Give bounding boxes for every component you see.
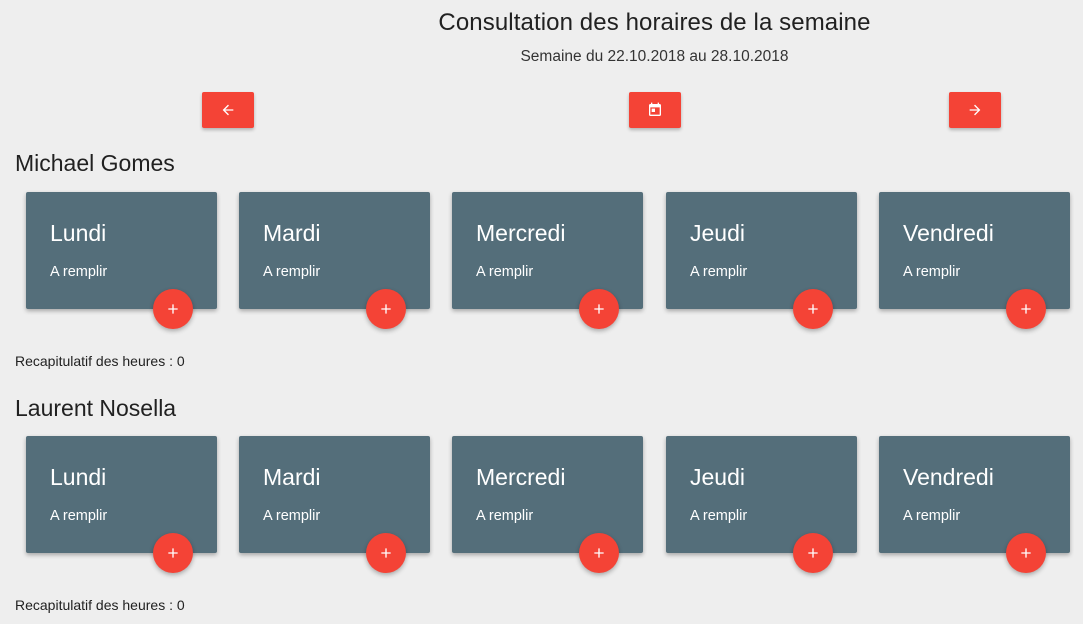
- hours-summary: Recapitulatif des heures : 0: [15, 351, 185, 371]
- day-card-vendredi[interactable]: Vendredi A remplir: [879, 436, 1070, 573]
- add-hours-button[interactable]: [793, 289, 833, 329]
- hours-summary-label: Recapitulatif des heures :: [15, 597, 173, 613]
- plus-icon: [594, 304, 604, 314]
- day-status: A remplir: [50, 264, 108, 280]
- day-card-mercredi[interactable]: Mercredi A remplir: [452, 436, 643, 573]
- next-week-button[interactable]: [949, 92, 1001, 128]
- day-status: A remplir: [690, 264, 748, 280]
- plus-icon: [808, 304, 818, 314]
- hours-summary-label: Recapitulatif des heures :: [15, 353, 173, 369]
- day-status: A remplir: [263, 508, 321, 524]
- add-hours-button[interactable]: [366, 289, 406, 329]
- day-status: A remplir: [476, 264, 534, 280]
- plus-icon: [381, 548, 391, 558]
- day-status: A remplir: [50, 508, 108, 524]
- day-name: Lundi: [50, 464, 107, 490]
- plus-icon: [808, 548, 818, 558]
- add-hours-button[interactable]: [579, 289, 619, 329]
- page: Consultation des horaires de la semaine …: [0, 0, 1083, 624]
- add-hours-button[interactable]: [153, 289, 193, 329]
- add-hours-button[interactable]: [579, 533, 619, 573]
- hours-summary-value: 0: [176, 353, 185, 369]
- day-name: Mardi: [263, 464, 321, 490]
- day-name: Vendredi: [903, 464, 994, 490]
- day-name: Vendredi: [903, 220, 994, 246]
- add-hours-button[interactable]: [1006, 533, 1046, 573]
- day-status: A remplir: [903, 264, 961, 280]
- page-title: Consultation des horaires de la semaine: [438, 9, 871, 36]
- day-status: A remplir: [476, 508, 534, 524]
- arrow-left-icon: [222, 104, 234, 116]
- day-card-vendredi[interactable]: Vendredi A remplir: [879, 192, 1070, 329]
- plus-icon: [1021, 304, 1031, 314]
- day-status: A remplir: [690, 508, 748, 524]
- day-name: Lundi: [50, 220, 107, 246]
- day-card-lundi[interactable]: Lundi A remplir: [26, 436, 217, 573]
- arrow-right-icon: [969, 104, 981, 116]
- plus-icon: [168, 548, 178, 558]
- plus-icon: [381, 304, 391, 314]
- calendar-today-icon: [649, 102, 661, 116]
- day-name: Mercredi: [476, 464, 566, 490]
- plus-icon: [594, 548, 604, 558]
- add-hours-button[interactable]: [153, 533, 193, 573]
- plus-icon: [168, 304, 178, 314]
- day-name: Mardi: [263, 220, 321, 246]
- day-status: A remplir: [263, 264, 321, 280]
- add-hours-button[interactable]: [366, 533, 406, 573]
- day-card-mardi[interactable]: Mardi A remplir: [239, 192, 430, 329]
- add-hours-button[interactable]: [793, 533, 833, 573]
- calendar-button[interactable]: [629, 92, 681, 128]
- day-status: A remplir: [903, 508, 961, 524]
- plus-icon: [1021, 548, 1031, 558]
- day-name: Jeudi: [690, 464, 745, 490]
- day-card-jeudi[interactable]: Jeudi A remplir: [666, 436, 857, 573]
- day-card-mardi[interactable]: Mardi A remplir: [239, 436, 430, 573]
- previous-week-button[interactable]: [202, 92, 254, 128]
- hours-summary-value: 0: [176, 597, 185, 613]
- employee-name: Michael Gomes: [15, 150, 175, 176]
- day-name: Mercredi: [476, 220, 566, 246]
- add-hours-button[interactable]: [1006, 289, 1046, 329]
- day-card-lundi[interactable]: Lundi A remplir: [26, 192, 217, 329]
- hours-summary: Recapitulatif des heures : 0: [15, 595, 185, 615]
- week-range-subtitle: Semaine du 22.10.2018 au 28.10.2018: [520, 48, 789, 65]
- day-card-jeudi[interactable]: Jeudi A remplir: [666, 192, 857, 329]
- employee-name: Laurent Nosella: [15, 395, 177, 421]
- day-name: Jeudi: [690, 220, 745, 246]
- day-card-mercredi[interactable]: Mercredi A remplir: [452, 192, 643, 329]
